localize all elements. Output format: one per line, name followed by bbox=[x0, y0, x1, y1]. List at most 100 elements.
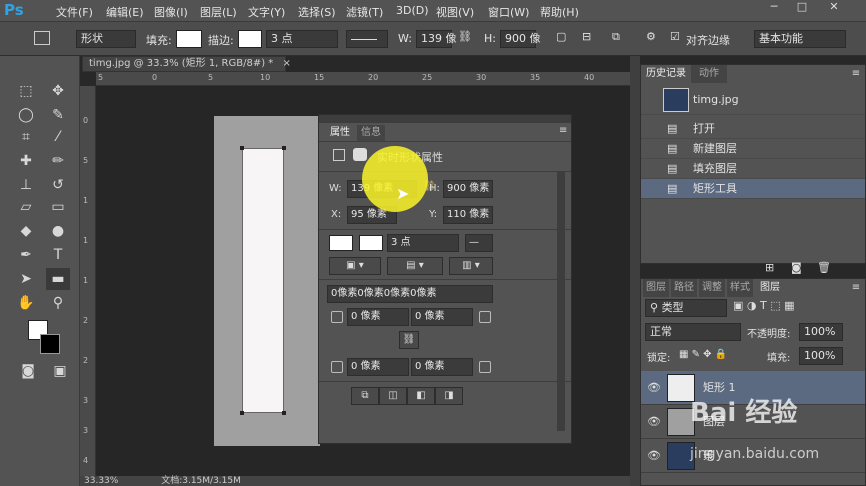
tool-preset-icon[interactable] bbox=[34, 31, 50, 45]
eye-icon[interactable]: 👁 bbox=[647, 439, 661, 473]
history-snapshot-row[interactable]: timg.jpg bbox=[641, 85, 865, 115]
link-corners-icon[interactable]: ⛓ bbox=[399, 331, 419, 349]
stroke-style-select[interactable]: — bbox=[465, 234, 493, 252]
menu-image[interactable]: 图像(I) bbox=[154, 4, 188, 20]
tab-styles[interactable]: 样式 bbox=[727, 279, 753, 297]
tab-history[interactable]: 历史记录 bbox=[643, 65, 689, 83]
background-color-swatch[interactable] bbox=[40, 334, 60, 354]
path-arrangement-icon[interactable]: ⧉ bbox=[612, 30, 620, 44]
menu-view[interactable]: 视图(V) bbox=[436, 4, 474, 20]
dodge-tool-icon[interactable]: ● bbox=[46, 220, 70, 242]
corner-radius-bl-field[interactable]: 0 像素 bbox=[347, 358, 409, 376]
marquee-tool-icon[interactable]: ⬚ bbox=[14, 80, 38, 102]
blur-tool-icon[interactable]: ◆ bbox=[14, 220, 38, 242]
stroke-align-select[interactable]: ▣ ▾ bbox=[329, 257, 381, 275]
intersect-shapes-icon[interactable]: ◧ bbox=[407, 387, 435, 405]
path-selection-tool-icon[interactable]: ➤ bbox=[14, 268, 38, 290]
clone-stamp-tool-icon[interactable]: ⊥ bbox=[14, 174, 38, 196]
align-edges-checkbox[interactable]: ☑ bbox=[670, 30, 680, 43]
anchor-point[interactable] bbox=[282, 411, 286, 415]
close-tab-icon[interactable]: × bbox=[282, 58, 290, 69]
menu-3d[interactable]: 3D(D) bbox=[396, 4, 429, 17]
stroke-style-select[interactable] bbox=[346, 30, 388, 48]
subtract-shapes-icon[interactable]: ◫ bbox=[379, 387, 407, 405]
workspace-select[interactable]: 基本功能 bbox=[754, 30, 846, 48]
eraser-tool-icon[interactable]: ▱ bbox=[14, 196, 38, 218]
y-field[interactable]: 110 像素 bbox=[443, 206, 493, 224]
stroke-swatch[interactable] bbox=[359, 235, 383, 251]
anchor-point[interactable] bbox=[240, 146, 244, 150]
shape-properties-icon[interactable] bbox=[333, 149, 345, 161]
combine-shapes-icon[interactable]: ⧉ bbox=[351, 387, 379, 405]
history-item[interactable]: ▤ 新建图层 bbox=[641, 139, 865, 159]
new-document-from-state-icon[interactable]: ⊞ bbox=[765, 261, 774, 274]
menu-edit[interactable]: 编辑(E) bbox=[106, 4, 144, 20]
menu-layer[interactable]: 图层(L) bbox=[200, 4, 237, 20]
gear-icon[interactable]: ⚙ bbox=[646, 30, 656, 43]
crop-tool-icon[interactable]: ⌗ bbox=[14, 126, 38, 148]
camera-icon[interactable]: ◙ bbox=[791, 261, 802, 274]
lasso-tool-icon[interactable]: ◯ bbox=[14, 104, 38, 126]
eyedropper-tool-icon[interactable]: ⁄ bbox=[46, 126, 70, 148]
tab-properties[interactable]: 属性 bbox=[325, 125, 355, 141]
panel-header-bar[interactable] bbox=[319, 115, 571, 123]
shape-mode-select[interactable]: 形状 bbox=[76, 30, 136, 48]
corner-radius-br-field[interactable]: 0 像素 bbox=[411, 358, 473, 376]
trash-icon[interactable]: 🗑 bbox=[817, 261, 831, 274]
blend-mode-select[interactable]: 正常 bbox=[645, 323, 741, 341]
quick-mask-icon[interactable]: ◙ bbox=[16, 360, 40, 382]
healing-brush-tool-icon[interactable]: ✚ bbox=[14, 150, 38, 172]
stroke-width-field[interactable]: 3 点 bbox=[266, 30, 338, 48]
panel-menu-icon[interactable]: ≡ bbox=[849, 65, 863, 83]
link-icon[interactable]: ⛓ bbox=[458, 30, 472, 43]
tab-info[interactable]: 信息 bbox=[357, 125, 385, 141]
tab-actions[interactable]: 动作 bbox=[691, 65, 727, 83]
stroke-join-select[interactable]: ▥ ▾ bbox=[449, 257, 493, 275]
type-tool-icon[interactable]: T bbox=[46, 244, 70, 266]
layer-filter-select[interactable]: ⚲ 类型 bbox=[645, 299, 727, 317]
lock-icons[interactable]: ▦ ✎ ✥ 🔒 bbox=[679, 349, 727, 360]
stroke-cap-select[interactable]: ▤ ▾ bbox=[387, 257, 443, 275]
menu-window[interactable]: 窗口(W) bbox=[488, 4, 529, 20]
tab-layers[interactable]: 图层 bbox=[755, 279, 785, 297]
move-tool-icon[interactable]: ✥ bbox=[46, 80, 70, 102]
corner-radius-all-field[interactable]: 0像素0像素0像素0像素 bbox=[327, 285, 493, 303]
mask-properties-icon[interactable] bbox=[353, 148, 367, 161]
tab-layers-alt[interactable]: 图层 bbox=[643, 279, 669, 297]
height-field[interactable]: 900 像 bbox=[500, 30, 541, 48]
panel-scrollbar[interactable] bbox=[557, 171, 565, 431]
menu-type[interactable]: 文字(Y) bbox=[248, 4, 285, 20]
history-item-selected[interactable]: ▤ 矩形工具 bbox=[641, 179, 865, 199]
path-alignment-icon[interactable]: ⊟ bbox=[582, 30, 591, 43]
menu-select[interactable]: 选择(S) bbox=[298, 4, 336, 20]
history-brush-tool-icon[interactable]: ↺ bbox=[46, 174, 70, 196]
anchor-point[interactable] bbox=[240, 411, 244, 415]
pen-tool-icon[interactable]: ✒ bbox=[14, 244, 38, 266]
fill-field[interactable]: 100% bbox=[799, 347, 843, 365]
quick-selection-tool-icon[interactable]: ✎ bbox=[46, 104, 70, 126]
stroke-swatch[interactable] bbox=[238, 30, 262, 48]
rectangle-shape[interactable] bbox=[240, 146, 286, 415]
document-tab[interactable]: timg.jpg @ 33.3% (矩形 1, RGB/8#) * × bbox=[82, 56, 291, 72]
corner-radius-tl-field[interactable]: 0 像素 bbox=[347, 308, 409, 326]
zoom-tool-icon[interactable]: ⚲ bbox=[46, 292, 70, 314]
history-item[interactable]: ▤ 打开 bbox=[641, 119, 865, 139]
panel-menu-icon[interactable]: ≡ bbox=[559, 125, 567, 136]
opacity-field[interactable]: 100% bbox=[799, 323, 843, 341]
tab-adjustments[interactable]: 调整 bbox=[699, 279, 725, 297]
brush-tool-icon[interactable]: ✏ bbox=[46, 150, 70, 172]
corner-radius-tr-field[interactable]: 0 像素 bbox=[411, 308, 473, 326]
panel-menu-icon[interactable]: ≡ bbox=[849, 279, 863, 297]
minimize-button[interactable]: ─ bbox=[760, 0, 788, 16]
tab-paths[interactable]: 路径 bbox=[671, 279, 697, 297]
close-window-button[interactable]: ✕ bbox=[820, 0, 848, 16]
anchor-point[interactable] bbox=[282, 146, 286, 150]
path-operations-icon[interactable]: ▢ bbox=[556, 30, 566, 43]
fill-swatch[interactable] bbox=[329, 235, 353, 251]
layer-filter-icons[interactable]: ▣ ◑ T ⬚ ▦ bbox=[733, 299, 794, 312]
rectangle-tool-icon[interactable]: ▬ bbox=[46, 268, 70, 290]
fill-swatch[interactable] bbox=[176, 30, 202, 48]
exclude-shapes-icon[interactable]: ◨ bbox=[435, 387, 463, 405]
hand-tool-icon[interactable]: ✋ bbox=[14, 292, 38, 314]
screen-mode-icon[interactable]: ▣ bbox=[48, 360, 72, 382]
